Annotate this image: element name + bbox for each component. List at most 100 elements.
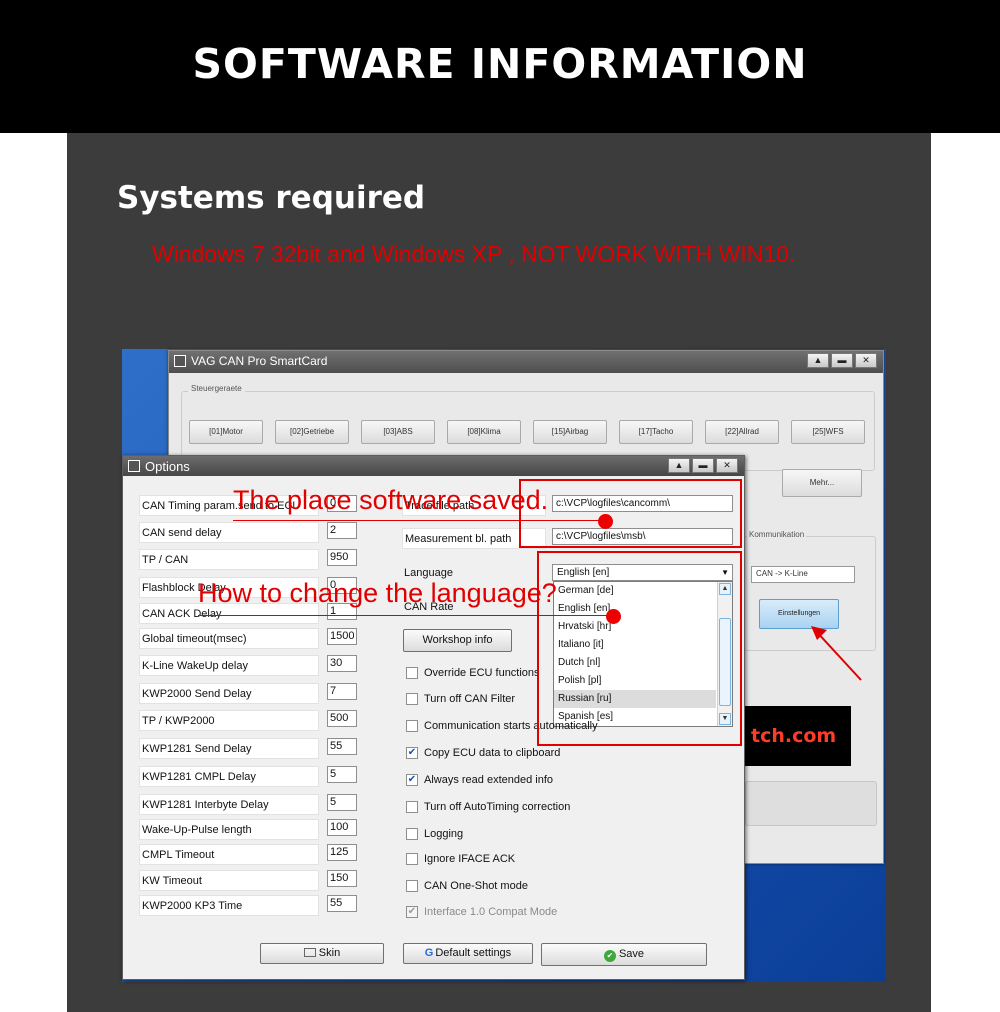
param-label: KWP1281 CMPL Delay	[139, 766, 319, 787]
status-area	[745, 781, 877, 826]
arrow-icon	[811, 626, 862, 681]
skin-icon	[303, 948, 316, 957]
ecu-button[interactable]: [17]Tacho	[619, 420, 693, 444]
annotation-dot	[606, 609, 621, 624]
param-input[interactable]: 500	[327, 710, 357, 727]
window-menu-icon[interactable]	[128, 460, 140, 472]
more-button[interactable]: Mehr...	[782, 469, 862, 497]
default-settings-button[interactable]: G Default settings	[403, 943, 533, 964]
param-input[interactable]: 950	[327, 549, 357, 566]
restore-button[interactable]: ▲	[668, 458, 690, 473]
ecu-button[interactable]: [25]WFS	[791, 420, 865, 444]
annotation-saved: The place software saved.	[233, 485, 549, 515]
param-input[interactable]: 150	[327, 870, 357, 887]
param-input[interactable]: 125	[327, 844, 357, 861]
restore-button[interactable]: ▲	[807, 353, 829, 368]
param-label: K-Line WakeUp delay	[139, 655, 319, 676]
checkbox-label: Turn off AutoTiming correction	[424, 801, 571, 813]
checkbox-box[interactable]	[406, 801, 418, 814]
ecu-button[interactable]: [15]Airbag	[533, 420, 607, 444]
checkbox-box[interactable]	[406, 828, 418, 841]
param-input[interactable]: 2	[327, 522, 357, 539]
checkbox-copy-ecu[interactable]: ✔ Copy ECU data to clipboard	[406, 747, 560, 761]
default-settings-label: Default settings	[435, 947, 512, 959]
checkbox-label: Override ECU functions	[424, 667, 540, 679]
param-input[interactable]: 30	[327, 655, 357, 672]
param-input[interactable]: 55	[327, 895, 357, 912]
checkbox-autotiming[interactable]: Turn off AutoTiming correction	[406, 801, 570, 815]
brand-logo: tch.com	[745, 706, 851, 766]
banner-title: SOFTWARE INFORMATION	[192, 40, 808, 88]
skin-button-label: Skin	[318, 947, 341, 959]
skin-button[interactable]: Skin	[260, 943, 384, 964]
param-input[interactable]: 5	[327, 794, 357, 811]
param-input[interactable]: 1500	[327, 628, 357, 645]
checkbox-label: CAN One-Shot mode	[424, 880, 528, 892]
param-input[interactable]: 5	[327, 766, 357, 783]
ecu-button[interactable]: [22]Allrad	[705, 420, 779, 444]
options-title: Options	[145, 459, 190, 474]
checkbox-logging[interactable]: Logging	[406, 828, 463, 842]
param-row: KW Timeout 150	[139, 870, 359, 891]
param-row: KWP2000 KP3 Time 55	[139, 895, 359, 916]
checkbox-box[interactable]	[406, 853, 418, 866]
ecu-button[interactable]: [02]Getriebe	[275, 420, 349, 444]
annotation-language: How to change the language?	[198, 578, 557, 608]
checkbox-box[interactable]	[406, 720, 418, 733]
param-input[interactable]: 100	[327, 819, 357, 836]
checkbox-label: Always read extended info	[424, 774, 554, 786]
top-banner: SOFTWARE INFORMATION	[0, 0, 1000, 133]
check-circle-icon: ✔	[603, 950, 616, 962]
param-row: K-Line WakeUp delay 30	[139, 655, 359, 676]
checkbox-label: Ignore IFACE ACK	[424, 853, 516, 865]
checkbox-box[interactable]	[406, 667, 418, 680]
window-menu-icon[interactable]	[174, 355, 186, 367]
checkbox-label: Turn off CAN Filter	[424, 693, 516, 705]
param-row: KWP2000 Send Delay 7	[139, 683, 359, 704]
save-button[interactable]: ✔ Save	[541, 943, 707, 966]
minimize-button[interactable]: ▬	[831, 353, 853, 368]
checkbox-oneshot[interactable]: CAN One-Shot mode	[406, 880, 528, 894]
ecu-button[interactable]: [08]Klima	[447, 420, 521, 444]
param-label: CAN send delay	[139, 522, 319, 543]
language-highlight	[537, 551, 742, 746]
param-input[interactable]: 55	[327, 738, 357, 755]
communication-select[interactable]: CAN -> K-Line	[751, 566, 855, 583]
checkbox-can-filter[interactable]: Turn off CAN Filter	[406, 693, 515, 707]
communication-group-label: Kommunikation	[747, 530, 807, 539]
param-label: CMPL Timeout	[139, 844, 319, 865]
ecu-button[interactable]: [01]Motor	[189, 420, 263, 444]
workshop-info-button[interactable]: Workshop info	[403, 629, 512, 652]
close-button[interactable]: ✕	[855, 353, 877, 368]
param-label: TP / KWP2000	[139, 710, 319, 731]
checkbox-label: Copy ECU data to clipboard	[424, 747, 561, 759]
checkbox-extended-info[interactable]: ✔ Always read extended info	[406, 774, 553, 788]
checkmark-icon[interactable]: ✔	[406, 774, 418, 787]
systems-note: Windows 7 32bit and Windows XP , NOT WOR…	[152, 241, 796, 267]
param-label: KW Timeout	[139, 870, 319, 891]
param-row: CMPL Timeout 125	[139, 844, 359, 865]
options-titlebar[interactable]: Options ▲ ▬ ✕	[123, 456, 744, 476]
annotation-line	[233, 520, 605, 521]
ecu-button[interactable]: [03]ABS	[361, 420, 435, 444]
param-label: Wake-Up-Pulse length	[139, 819, 319, 840]
checkbox-label: Interface 1.0 Compat Mode	[424, 906, 558, 918]
checkbox-ignore-iface[interactable]: Ignore IFACE ACK	[406, 853, 515, 867]
param-input[interactable]: 7	[327, 683, 357, 700]
param-row: Global timeout(msec) 1500	[139, 628, 359, 649]
checkbox-compat-mode: ✔ Interface 1.0 Compat Mode	[406, 906, 557, 920]
param-label: KWP1281 Send Delay	[139, 738, 319, 759]
google-icon: G	[424, 947, 434, 959]
param-row: Wake-Up-Pulse length 100	[139, 819, 359, 840]
checkbox-override-ecu[interactable]: Override ECU functions	[406, 667, 540, 681]
systems-heading: Systems required	[117, 180, 426, 216]
param-label: KWP2000 Send Delay	[139, 683, 319, 704]
close-button[interactable]: ✕	[716, 458, 738, 473]
minimize-button[interactable]: ▬	[692, 458, 714, 473]
annotation-line	[198, 615, 615, 616]
main-window-titlebar[interactable]: VAG CAN Pro SmartCard ▲ ▬ ✕	[169, 351, 883, 373]
param-label: KWP1281 Interbyte Delay	[139, 794, 319, 815]
checkmark-icon[interactable]: ✔	[406, 747, 418, 760]
checkbox-box[interactable]	[406, 693, 418, 706]
checkbox-box[interactable]	[406, 880, 418, 893]
